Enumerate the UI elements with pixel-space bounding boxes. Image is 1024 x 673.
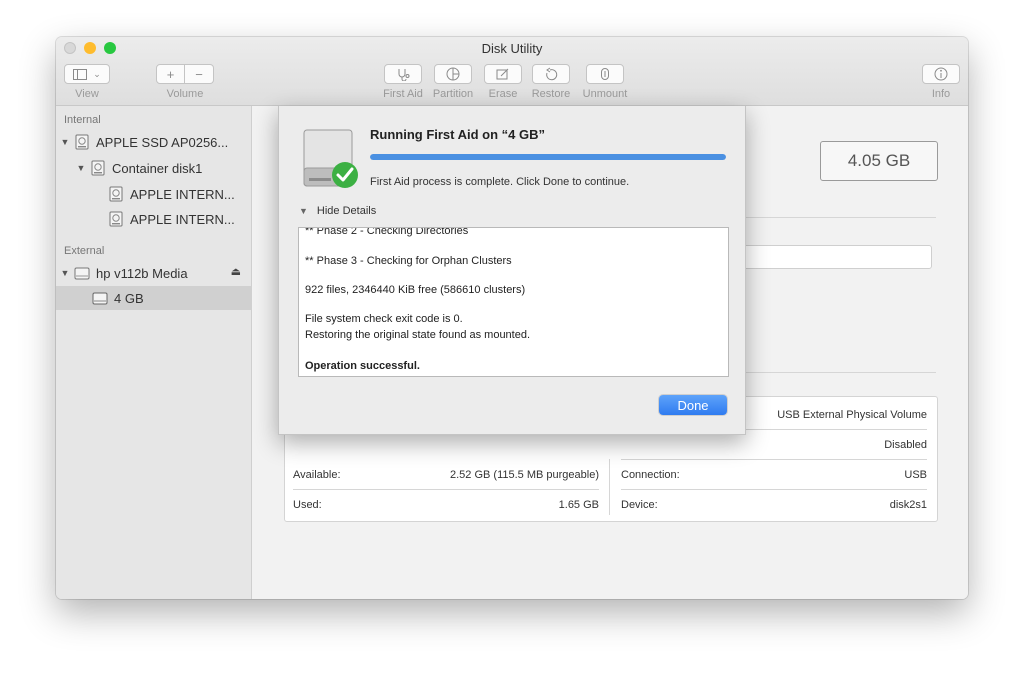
sidebar-item-hp-media[interactable]: ▼ hp v112b Media ⏏: [56, 261, 255, 285]
add-volume-button[interactable]: +: [156, 64, 185, 84]
sidebar-item-container[interactable]: ▼ Container disk1: [56, 156, 271, 180]
restore-control[interactable]: [532, 64, 570, 84]
stethoscope-icon: [398, 68, 410, 81]
first-aid-control[interactable]: [384, 64, 422, 84]
log-line: ** Phase 2 - Checking Directories: [305, 227, 469, 237]
device-label: Device:: [621, 499, 658, 511]
sidebar-section-external: External: [64, 245, 105, 257]
done-button[interactable]: Done: [659, 395, 727, 415]
titlebar: Disk Utility ⌄ View + − Volume First Aid: [56, 37, 968, 106]
column-divider: [609, 459, 610, 515]
erase-label: Erase: [488, 88, 518, 100]
disclosure-triangle-icon[interactable]: ▼: [60, 137, 70, 147]
pie-icon: [446, 67, 460, 81]
type-value: USB External Physical Volume: [777, 409, 927, 421]
unmount-label: Unmount: [582, 88, 628, 100]
partition-control[interactable]: [434, 64, 472, 84]
progress-fill: [370, 154, 726, 160]
volume-control[interactable]: + −: [156, 64, 214, 84]
sidebar-item-label: hp v112b Media: [96, 265, 188, 281]
sidebar-section-internal: Internal: [64, 114, 101, 126]
window-title: Disk Utility: [481, 41, 543, 56]
partition-button[interactable]: [434, 64, 472, 84]
view-control[interactable]: ⌄: [64, 64, 110, 84]
divider: [293, 489, 599, 490]
unmount-button[interactable]: [586, 64, 624, 84]
unmount-control[interactable]: [586, 64, 624, 84]
info-control[interactable]: [922, 64, 960, 84]
divider: [621, 489, 927, 490]
remove-volume-button[interactable]: −: [185, 64, 214, 84]
volume-icon: [109, 186, 123, 202]
sidebar-item-label: Container disk1: [112, 160, 203, 176]
view-button[interactable]: ⌄: [64, 64, 110, 84]
available-label: Available:: [293, 469, 341, 481]
available-value: 2.52 GB (115.5 MB purgeable): [450, 469, 599, 481]
used-value: 1.65 GB: [558, 499, 599, 511]
dialog-title: Running First Aid on “4 GB”: [370, 127, 546, 142]
usage-bar: [742, 245, 932, 269]
info-label: Info: [931, 88, 951, 100]
erase-icon: [496, 68, 509, 80]
erase-control[interactable]: [484, 64, 522, 84]
connection-value: USB: [904, 469, 927, 481]
progress-bar: [370, 154, 726, 160]
restore-icon: [546, 67, 558, 81]
log-line: 922 files, 2346440 KiB free (586610 clus…: [305, 284, 526, 296]
log-line: ** Phase 3 - Checking for Orphan Cluster…: [305, 255, 512, 267]
erase-button[interactable]: [484, 64, 522, 84]
capacity-value: 4.05 GB: [820, 141, 938, 181]
sidebar-icon: [73, 68, 88, 80]
log-line: Restoring the original state found as mo…: [305, 329, 531, 341]
info-icon: [934, 67, 948, 81]
external-disk-icon: [74, 267, 90, 280]
external-volume-icon: [92, 292, 108, 305]
owners-value: Disabled: [884, 439, 927, 451]
disclosure-triangle-icon[interactable]: ▼: [299, 206, 308, 216]
volume-label: Volume: [166, 88, 204, 100]
container-icon: [91, 160, 105, 176]
sidebar-item-label: 4 GB: [114, 290, 144, 306]
unmount-icon: [601, 68, 609, 80]
details-toggle-label: Hide Details: [316, 205, 377, 217]
chevron-down-icon: ⌄: [93, 68, 101, 79]
eject-icon[interactable]: ⏏: [231, 265, 241, 278]
sidebar-item-label: APPLE INTERN...: [130, 211, 235, 227]
status-text: First Aid process is complete. Click Don…: [370, 176, 630, 188]
sidebar-item-label: APPLE SSD AP0256...: [96, 134, 229, 150]
divider: [621, 459, 927, 460]
info-button[interactable]: [922, 64, 960, 84]
log-line-result: Operation successful.: [305, 360, 420, 372]
device-value: disk2s1: [889, 499, 927, 511]
first-aid-label: First Aid: [383, 88, 423, 100]
internal-disk-icon: [75, 134, 89, 150]
drive-check-icon: [303, 129, 358, 188]
volume-icon: [109, 211, 123, 227]
connection-label: Connection:: [621, 469, 680, 481]
log-line: File system check exit code is 0.: [305, 313, 463, 325]
used-label: Used:: [293, 499, 322, 511]
disclosure-triangle-icon[interactable]: ▼: [60, 268, 70, 278]
sidebar-item-label: APPLE INTERN...: [130, 186, 235, 202]
sidebar: Internal ▼ APPLE SSD AP0256... ▼ Contain…: [56, 106, 287, 599]
restore-label: Restore: [531, 88, 571, 100]
view-label: View: [75, 88, 99, 100]
first-aid-button[interactable]: [384, 64, 422, 84]
restore-button[interactable]: [532, 64, 570, 84]
partition-label: Partition: [432, 88, 474, 100]
hide-details-toggle[interactable]: ▼ Hide Details: [299, 205, 376, 217]
disclosure-triangle-icon[interactable]: ▼: [76, 163, 86, 173]
details-log[interactable]: ** Phase 2 - Checking Directories ** Pha…: [298, 227, 729, 377]
first-aid-dialog: Running First Aid on “4 GB” First Aid pr…: [278, 106, 746, 435]
sidebar-item-apple-ssd[interactable]: ▼ APPLE SSD AP0256...: [56, 130, 255, 154]
